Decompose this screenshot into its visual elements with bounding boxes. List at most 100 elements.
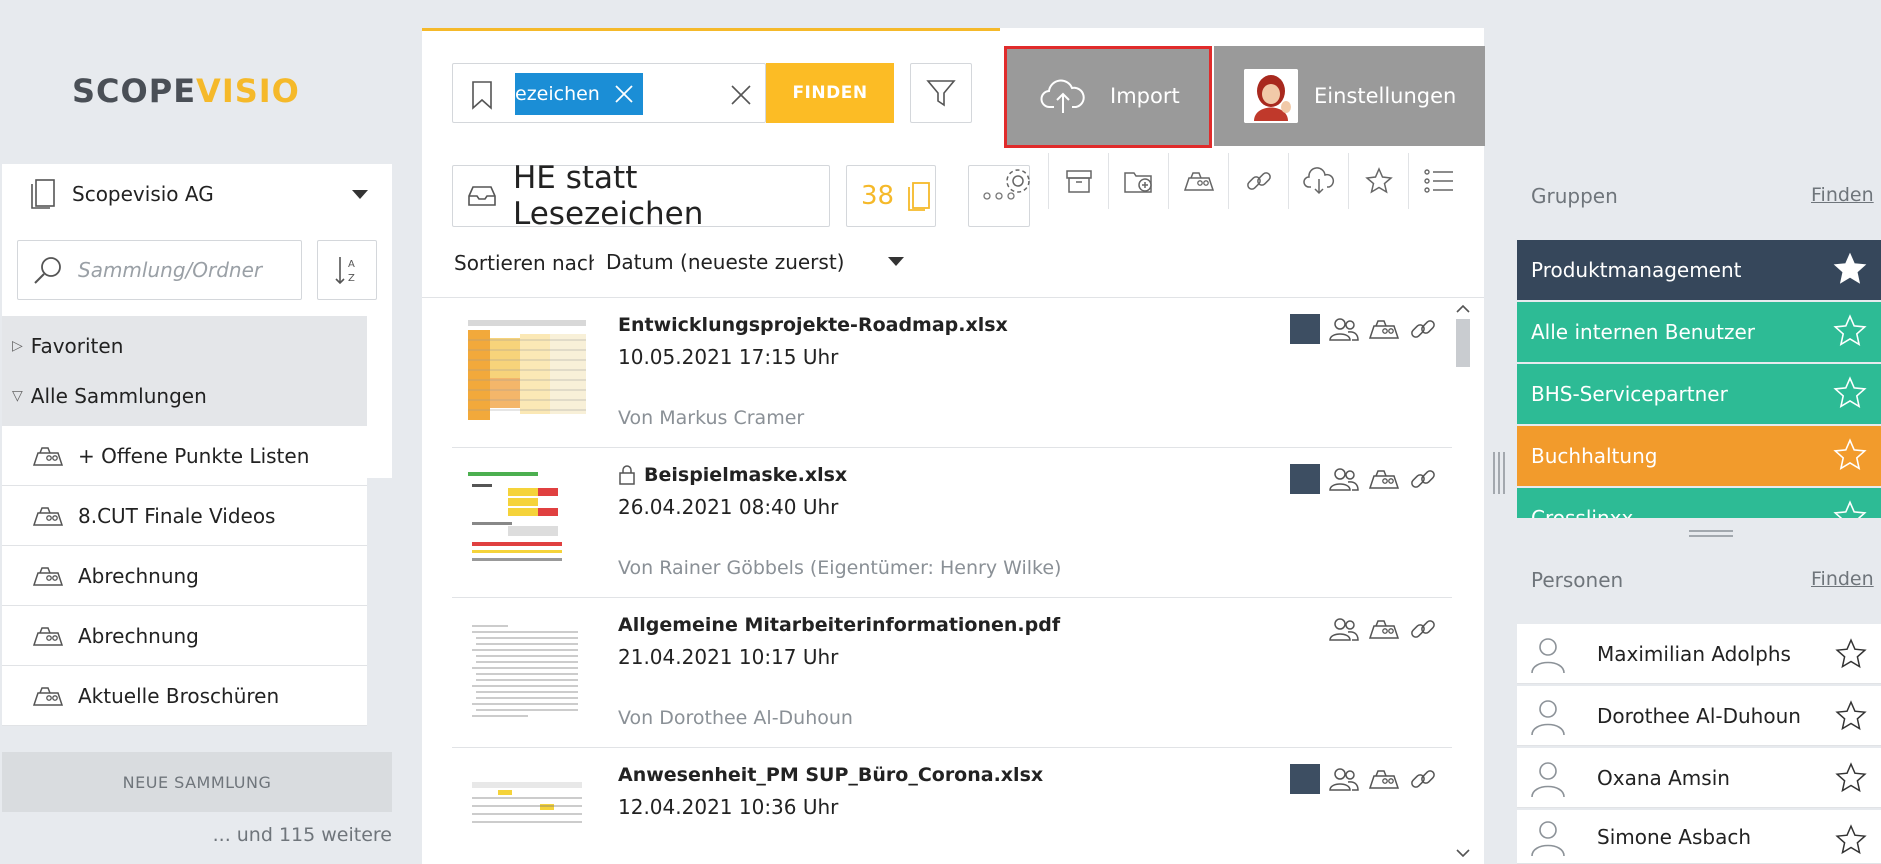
- list-view-icon[interactable]: [1408, 153, 1468, 209]
- split-resize-handle[interactable]: [1689, 528, 1733, 540]
- link-icon[interactable]: [1408, 314, 1438, 344]
- shared-folder-icon[interactable]: [1368, 618, 1400, 640]
- collection-item[interactable]: + Offene Punkte Listen: [2, 426, 367, 486]
- sort-az-button[interactable]: AZ: [317, 240, 377, 300]
- document-name[interactable]: Allgemeine Mitarbeiterinformationen.pdf: [618, 614, 1060, 636]
- users-icon[interactable]: [1328, 616, 1360, 642]
- document-name[interactable]: Beispielmaske.xlsx: [618, 464, 847, 486]
- scroll-up-icon[interactable]: [1452, 301, 1474, 317]
- document-count: 38: [846, 165, 936, 227]
- link-icon[interactable]: [1408, 614, 1438, 644]
- group-item[interactable]: Crosslinxx: [1517, 488, 1881, 518]
- link-icon[interactable]: [1408, 764, 1438, 794]
- group-item[interactable]: Alle internen Benutzer: [1517, 302, 1881, 362]
- persons-find-link[interactable]: Finden: [1811, 568, 1874, 590]
- clear-search-icon[interactable]: [730, 84, 752, 106]
- more-collections-link[interactable]: ... und 115 weitere: [213, 824, 392, 846]
- archive-icon[interactable]: [1048, 153, 1108, 209]
- filter-button[interactable]: [910, 63, 972, 123]
- group-item[interactable]: Produktmanagement: [1517, 240, 1881, 300]
- document-name[interactable]: Anwesenheit_PM SUP_Büro_Corona.xlsx: [618, 764, 1043, 786]
- person-item[interactable]: Dorothee Al-Duhoun: [1517, 686, 1881, 746]
- shared-folder-icon[interactable]: [1168, 153, 1228, 209]
- link-icon[interactable]: [1408, 464, 1438, 494]
- document-row[interactable]: Beispielmaske.xlsx 26.04.2021 08:40 Uhr …: [452, 448, 1452, 598]
- search-tag[interactable]: ezeichen: [515, 73, 643, 115]
- document-row[interactable]: Allgemeine Mitarbeiterinformationen.pdf …: [452, 598, 1452, 748]
- cloud-download-icon[interactable]: [1288, 153, 1348, 209]
- document-name[interactable]: Entwicklungsprojekte-Roadmap.xlsx: [618, 314, 1008, 336]
- collection-tray-icon: [467, 184, 497, 208]
- document-actions: [1290, 464, 1438, 494]
- shared-folder-icon[interactable]: [1368, 318, 1400, 340]
- groups-find-link[interactable]: Finden: [1811, 184, 1874, 206]
- chevron-down-icon[interactable]: [352, 190, 368, 199]
- users-icon[interactable]: [1328, 466, 1360, 492]
- collection-item[interactable]: Aktuelle Broschüren: [2, 666, 367, 726]
- lock-icon: [618, 465, 636, 485]
- person-name: Simone Asbach: [1597, 824, 1752, 849]
- star-icon[interactable]: [1833, 500, 1867, 518]
- panel-resize-handle[interactable]: [1492, 452, 1506, 494]
- status-square[interactable]: [1290, 764, 1320, 794]
- person-item[interactable]: Maximilian Adolphs: [1517, 624, 1881, 684]
- add-folder-icon[interactable]: [1108, 153, 1168, 209]
- person-name: Oxana Amsin: [1597, 765, 1730, 790]
- users-icon[interactable]: [1328, 316, 1360, 342]
- collection-item[interactable]: Abrechnung: [2, 546, 367, 606]
- document-actions: [1328, 614, 1438, 644]
- document-row[interactable]: Entwicklungsprojekte-Roadmap.xlsx 10.05.…: [452, 298, 1452, 448]
- person-item[interactable]: Simone Asbach: [1517, 810, 1881, 864]
- star-icon[interactable]: [1348, 153, 1408, 209]
- gear-icon[interactable]: [988, 153, 1048, 209]
- document-scrollbar[interactable]: [1452, 297, 1474, 864]
- shared-folder-icon[interactable]: [1368, 768, 1400, 790]
- find-button[interactable]: FINDEN: [766, 63, 894, 123]
- star-icon[interactable]: [1833, 252, 1867, 286]
- link-icon[interactable]: [1228, 153, 1288, 209]
- collection-item[interactable]: Abrechnung: [2, 606, 367, 666]
- star-icon[interactable]: [1835, 762, 1867, 794]
- collection-title-text: HE statt Lesezeichen: [513, 160, 704, 232]
- group-item[interactable]: Buchhaltung: [1517, 426, 1881, 486]
- collection-search-placeholder: Sammlung/Ordner: [78, 258, 263, 282]
- collection-item[interactable]: 8.CUT Finale Videos: [2, 486, 367, 546]
- shared-folder-icon[interactable]: [1368, 468, 1400, 490]
- bookmark-icon[interactable]: [471, 80, 493, 110]
- document-panel: ezeichen FINDEN HE statt Lesezeichen 38: [422, 28, 1484, 864]
- scroll-thumb[interactable]: [1456, 319, 1470, 367]
- collection-toolbar: [988, 153, 1468, 209]
- star-icon[interactable]: [1835, 700, 1867, 732]
- document-date: 12.04.2021 10:36 Uhr: [618, 795, 839, 819]
- bookmark-search-field[interactable]: ezeichen: [452, 63, 766, 123]
- settings-label: Einstellungen: [1314, 84, 1457, 108]
- tree-all-collections[interactable]: ▽ Alle Sammlungen: [2, 366, 367, 426]
- logo-part-2: VISIO: [196, 72, 300, 110]
- close-icon[interactable]: [613, 83, 635, 105]
- document-stack-icon: [30, 178, 56, 210]
- star-icon[interactable]: [1833, 438, 1867, 472]
- star-icon[interactable]: [1833, 376, 1867, 410]
- chevron-down-icon[interactable]: [888, 257, 904, 266]
- status-square[interactable]: [1290, 314, 1320, 344]
- star-icon[interactable]: [1833, 314, 1867, 348]
- collection-search-input[interactable]: Sammlung/Ordner: [17, 240, 302, 300]
- star-icon[interactable]: [1835, 638, 1867, 670]
- new-collection-button[interactable]: NEUE SAMMLUNG: [2, 752, 392, 812]
- scopevisio-logo[interactable]: SCOPEVISIO: [72, 72, 300, 110]
- group-item[interactable]: BHS-Servicepartner: [1517, 364, 1881, 424]
- person-item[interactable]: Oxana Amsin: [1517, 748, 1881, 808]
- document-author: Von Rainer Göbbels (Eigentümer: Henry Wi…: [618, 557, 1062, 579]
- shared-folder-icon: [32, 565, 64, 587]
- sort-select[interactable]: Datum (neueste zuerst): [594, 239, 886, 285]
- collection-title: HE statt Lesezeichen: [452, 160, 830, 232]
- status-square[interactable]: [1290, 464, 1320, 494]
- document-row[interactable]: Anwesenheit_PM SUP_Büro_Corona.xlsx 12.0…: [452, 748, 1452, 864]
- user-icon: [1527, 633, 1569, 675]
- star-icon[interactable]: [1835, 824, 1867, 856]
- person-name: Maximilian Adolphs: [1597, 641, 1791, 666]
- users-icon[interactable]: [1328, 766, 1360, 792]
- scroll-down-icon[interactable]: [1452, 845, 1474, 861]
- company-selector[interactable]: Scopevisio AG: [2, 164, 392, 224]
- settings-button[interactable]: Einstellungen: [1214, 46, 1485, 146]
